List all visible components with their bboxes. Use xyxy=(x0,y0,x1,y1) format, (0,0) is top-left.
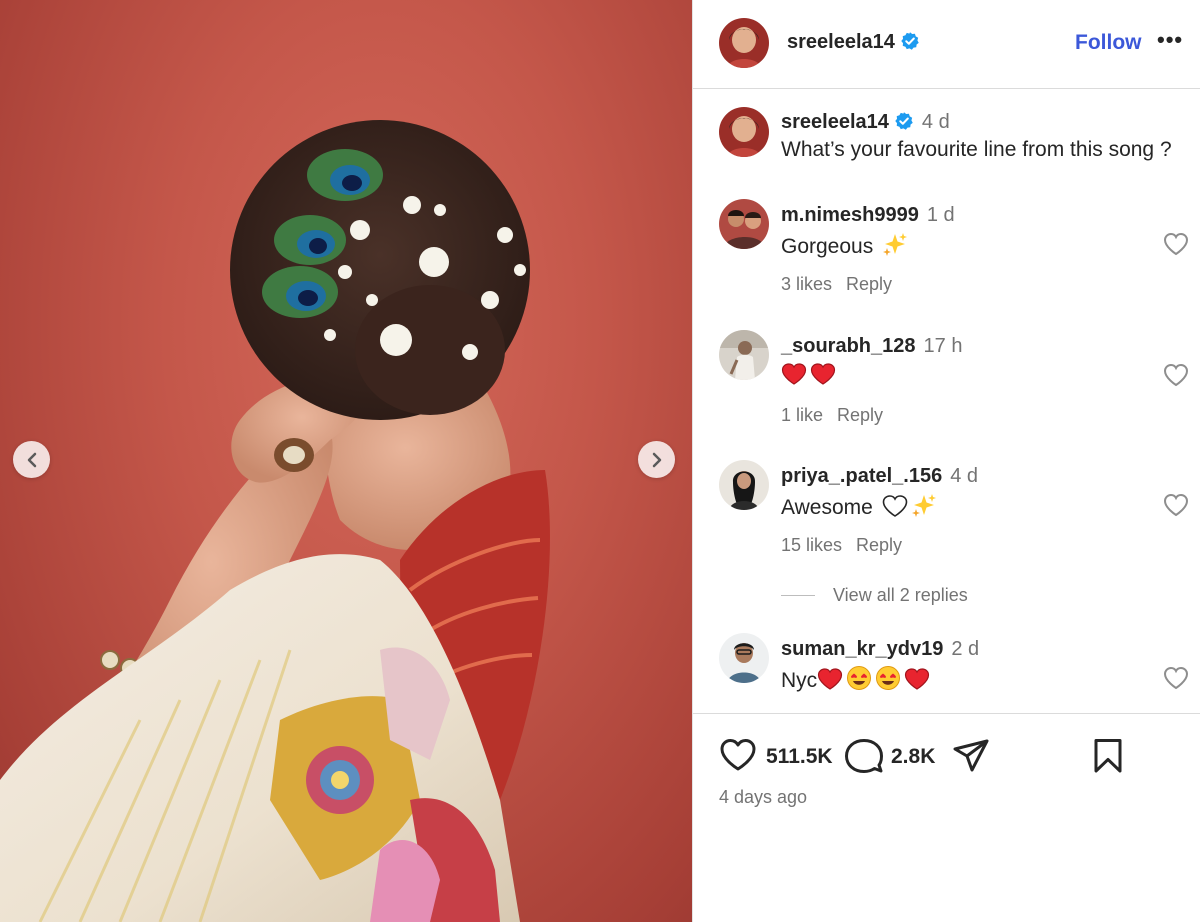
reply-button[interactable]: Reply xyxy=(846,274,892,294)
red-heart-icon xyxy=(818,668,843,690)
like-heart-icon[interactable] xyxy=(719,738,757,772)
follow-button[interactable]: Follow xyxy=(1075,31,1142,55)
chevron-left-icon xyxy=(27,452,36,467)
comment-likes[interactable]: 1 like xyxy=(781,405,823,425)
caption-timestamp[interactable]: 4 d xyxy=(922,111,950,133)
commenter-avatar[interactable] xyxy=(719,633,769,683)
commenter-avatar[interactable] xyxy=(719,199,769,249)
post-caption: sreeleela14 4 d What’s your favourite lin… xyxy=(693,90,1200,180)
comment-timestamp[interactable]: 4 d xyxy=(950,465,978,487)
likes-count[interactable]: 511.5K xyxy=(766,745,833,769)
verified-badge-icon xyxy=(895,112,913,130)
comment-text: Nyc xyxy=(781,665,930,693)
previous-image-button[interactable] xyxy=(13,441,50,478)
sparkles-icon xyxy=(883,233,908,256)
comment-text: Awesome xyxy=(781,492,937,520)
red-heart-icon xyxy=(810,363,836,385)
comment-text xyxy=(781,362,836,388)
share-paper-plane-icon[interactable] xyxy=(952,738,990,774)
verified-badge-icon xyxy=(901,32,919,50)
reply-button[interactable]: Reply xyxy=(856,535,902,555)
author-avatar[interactable] xyxy=(719,107,769,157)
commenter-avatar[interactable] xyxy=(719,460,769,510)
comment-timestamp[interactable]: 1 d xyxy=(927,204,955,226)
heart-outline-icon[interactable] xyxy=(1163,493,1189,517)
post-date: 4 days ago xyxy=(719,787,808,807)
red-heart-icon xyxy=(781,363,807,385)
comment-username[interactable]: priya_.patel_.156 xyxy=(781,465,942,487)
post-actions-bar: 511.5K 2.8K 4 days ago xyxy=(693,713,1200,922)
comment-timestamp[interactable]: 17 h xyxy=(924,335,963,357)
comment-username[interactable]: _sourabh_128 xyxy=(781,335,916,357)
heart-eyes-icon xyxy=(876,666,901,690)
comment-username[interactable]: suman_kr_ydv19 xyxy=(781,638,943,660)
caption-text: What’s your favourite line from this son… xyxy=(781,138,1172,161)
save-bookmark-icon[interactable] xyxy=(1093,738,1123,774)
comment-timestamp[interactable]: 2 d xyxy=(951,638,979,660)
heart-eyes-icon xyxy=(847,666,872,690)
red-heart-icon xyxy=(905,668,930,690)
heart-outline-icon[interactable] xyxy=(1163,666,1189,690)
author-username[interactable]: sreeleela14 xyxy=(787,31,920,54)
next-image-button[interactable] xyxy=(638,441,675,478)
comment-username[interactable]: m.nimesh9999 xyxy=(781,204,919,226)
author-avatar[interactable] xyxy=(719,18,769,68)
sparkles-icon xyxy=(911,494,936,517)
comment-text: Gorgeous xyxy=(781,231,908,259)
chevron-right-icon xyxy=(652,452,661,467)
comments-count[interactable]: 2.8K xyxy=(891,745,935,769)
comment-likes[interactable]: 3 likes xyxy=(781,274,832,294)
post-header: sreeleela14 Follow ••• xyxy=(693,0,1200,89)
post-media xyxy=(0,0,692,922)
heart-outline-icon[interactable] xyxy=(1163,232,1189,256)
reply-button[interactable]: Reply xyxy=(837,405,883,425)
view-replies-button[interactable]: View all 2 replies xyxy=(781,585,968,606)
post-sidebar: sreeleela14 Follow ••• sreeleela14 4 d Wh… xyxy=(692,0,1200,922)
replies-divider xyxy=(781,595,815,596)
heart-outline-icon[interactable] xyxy=(1163,363,1189,387)
commenter-avatar[interactable] xyxy=(719,330,769,380)
caption-username[interactable]: sreeleela14 xyxy=(781,111,889,133)
white-heart-icon xyxy=(882,495,907,517)
comment-likes[interactable]: 15 likes xyxy=(781,535,842,555)
comment-bubble-icon[interactable] xyxy=(845,738,883,774)
post-photo xyxy=(0,120,550,922)
more-options-icon[interactable]: ••• xyxy=(1157,29,1187,55)
